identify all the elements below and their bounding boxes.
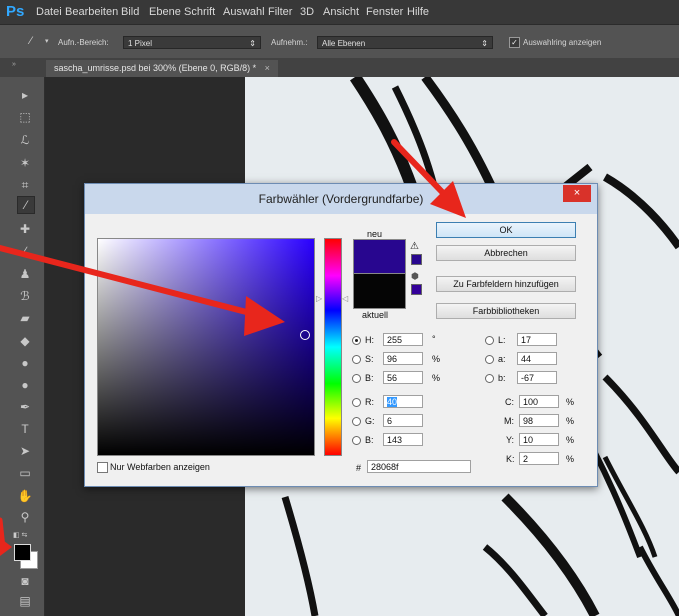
arrowhead-swatch — [0, 538, 12, 556]
arrow-to-field — [0, 245, 261, 318]
annotation-arrows — [0, 139, 466, 556]
arrowhead-field — [244, 296, 285, 336]
arrow-to-ok — [391, 139, 448, 198]
